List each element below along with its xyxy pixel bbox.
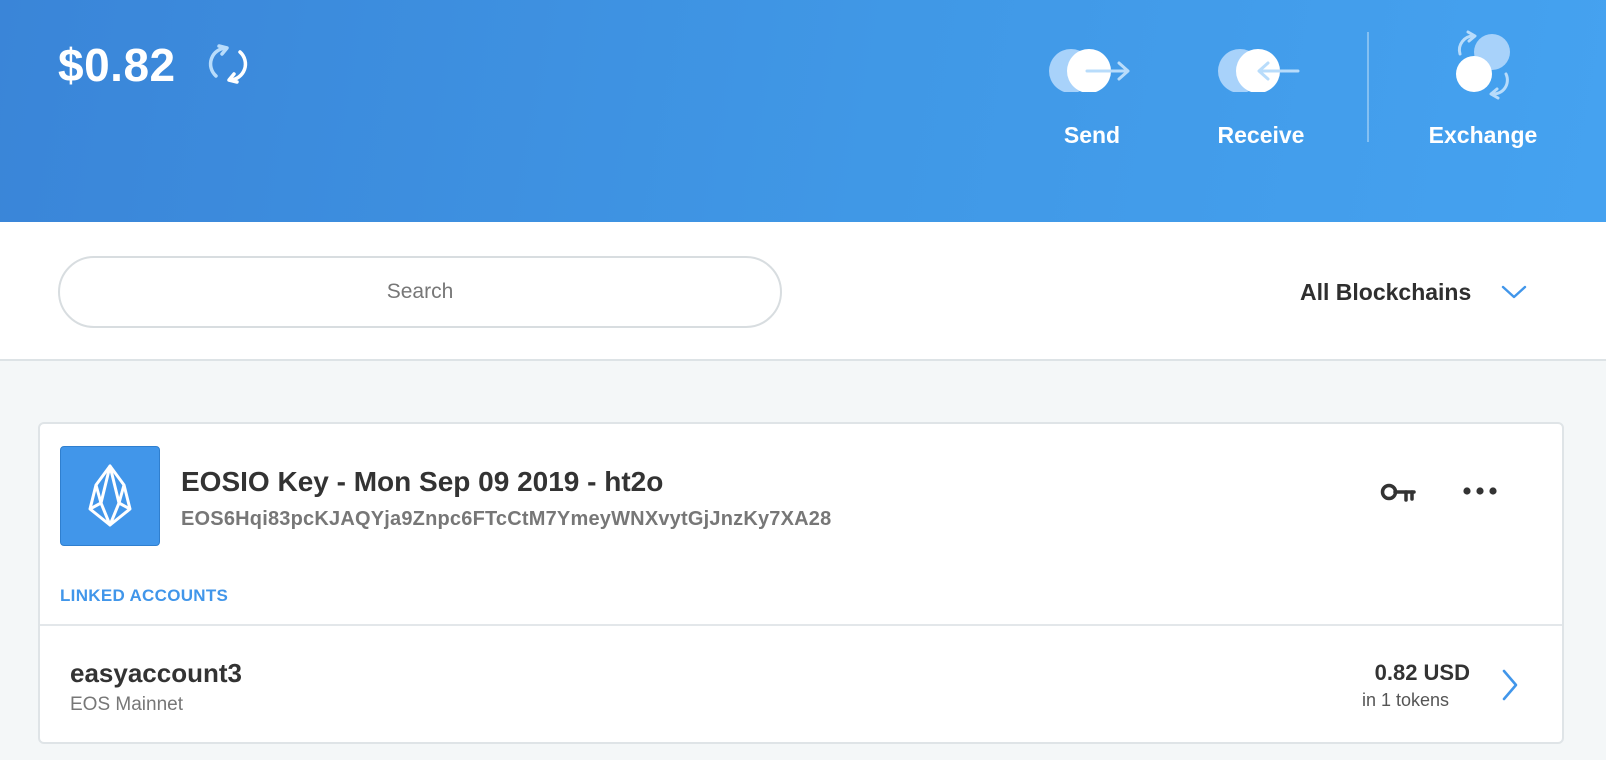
account-name: easyaccount3: [70, 658, 242, 688]
key-logo: [60, 446, 160, 546]
exchange-label: Exchange: [1428, 122, 1538, 148]
more-icon[interactable]: [1462, 484, 1498, 498]
key-card: EOSIO Key - Mon Sep 09 2019 - ht2o EOS6H…: [38, 422, 1564, 744]
chevron-down-icon: [1502, 285, 1527, 299]
linked-accounts-header: LINKED ACCOUNTS: [60, 586, 229, 605]
chevron-right-icon[interactable]: [1500, 668, 1520, 702]
eos-logo-icon: [88, 464, 132, 527]
send-button[interactable]: Send: [1027, 34, 1157, 154]
account-token-count: in 1 tokens: [1362, 690, 1450, 710]
account-row[interactable]: easyaccount3 EOS Mainnet 0.82 USD in 1 t…: [40, 626, 1562, 744]
receive-icon: [1218, 49, 1300, 92]
filter-bar: All Blockchains: [0, 222, 1606, 361]
top-header: $0.82 Send Receive Exchange: [0, 0, 1606, 222]
account-network: EOS Mainnet: [70, 694, 183, 715]
header-divider: [1367, 32, 1369, 142]
send-icon: [1049, 49, 1130, 92]
receive-button[interactable]: Receive: [1196, 34, 1326, 154]
account-value: 0.82 USD: [1374, 660, 1470, 685]
blockchain-dropdown-label: All Blockchains: [1300, 278, 1472, 305]
search-input[interactable]: [58, 256, 782, 328]
public-key: EOS6Hqi83pcKJAQYja9Znpc6FTcCtM7YmeyWNXvy…: [181, 508, 832, 530]
receive-label: Receive: [1217, 122, 1305, 148]
blockchain-dropdown[interactable]: All Blockchains: [1300, 274, 1527, 310]
total-balance: $0.82: [58, 39, 176, 91]
exchange-button[interactable]: Exchange: [1418, 30, 1548, 154]
refresh-icon[interactable]: [206, 42, 250, 86]
key-icon[interactable]: [1380, 480, 1416, 504]
exchange-icon: [1456, 30, 1510, 100]
key-title: EOSIO Key - Mon Sep 09 2019 - ht2o: [181, 466, 664, 497]
send-label: Send: [1063, 122, 1121, 148]
